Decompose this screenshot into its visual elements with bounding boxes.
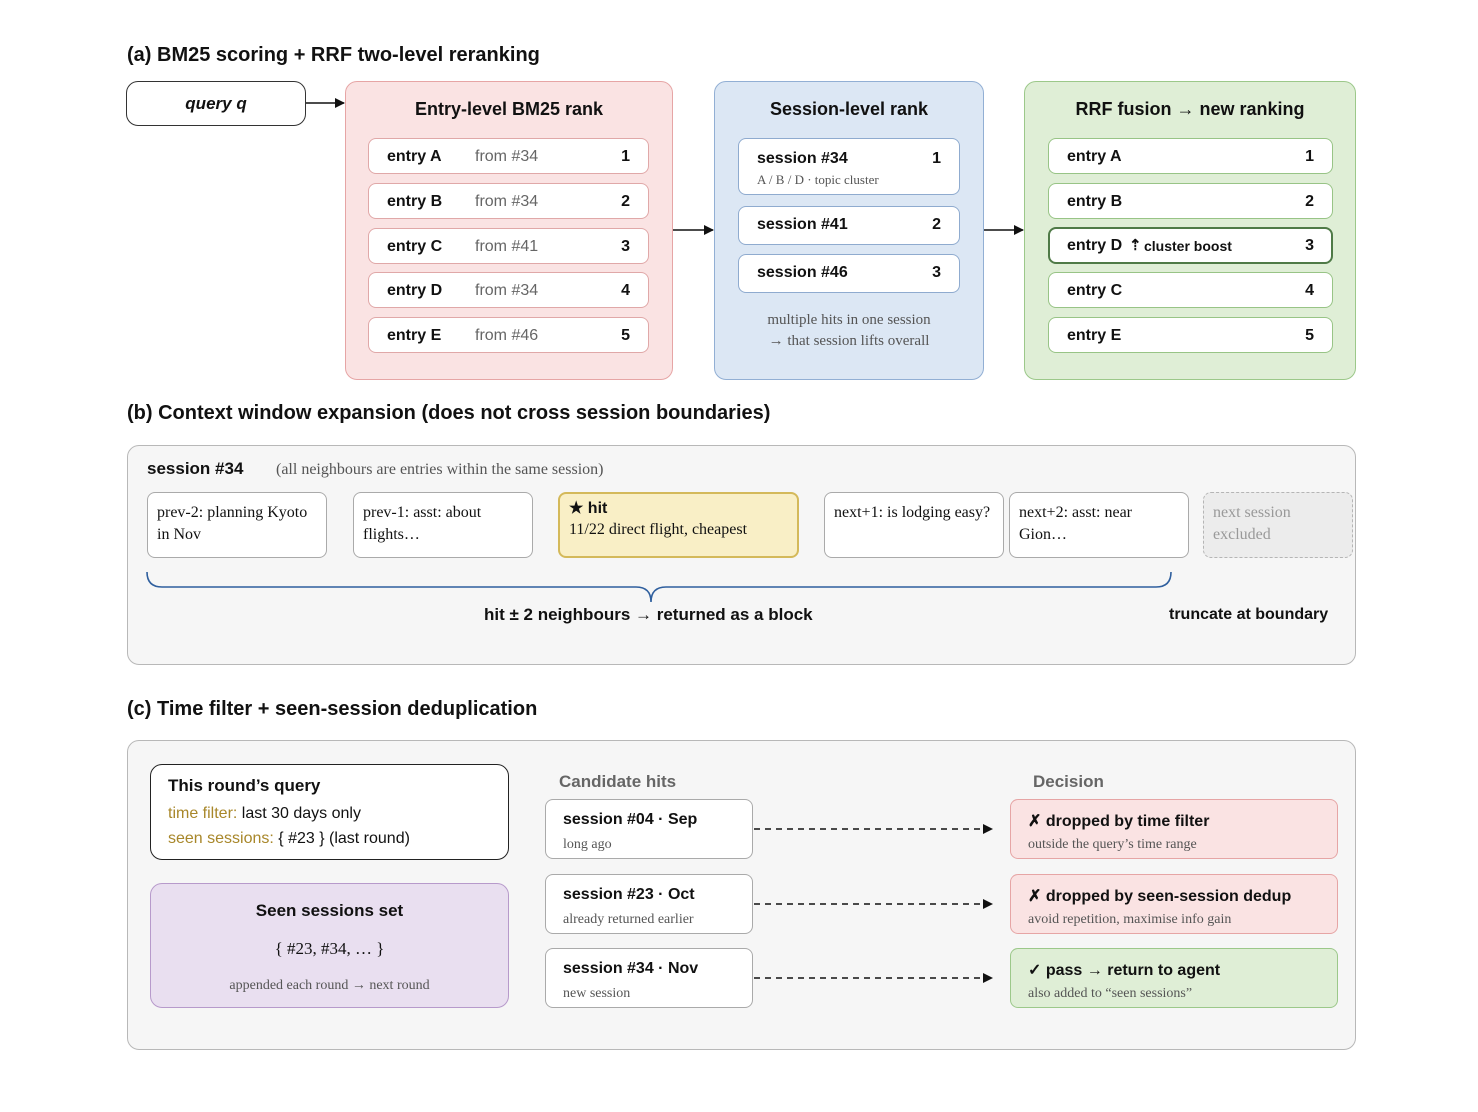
connectors-overlay	[146, 98, 1172, 983]
neighbour-brace	[146, 571, 1172, 603]
